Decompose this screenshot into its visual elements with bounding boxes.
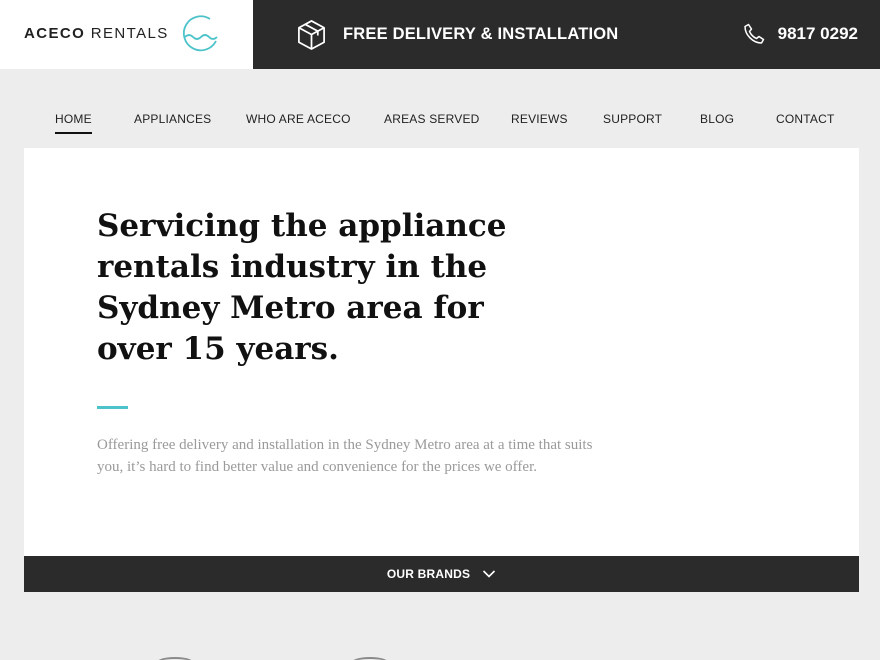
our-brands-label: OUR BRANDS	[386, 567, 471, 581]
nav-item-reviews[interactable]: REVIEWS	[511, 112, 568, 126]
hero-title: Servicing the appliance rentals industry…	[97, 208, 507, 367]
our-brands-button[interactable]: OUR BRANDS	[24, 556, 859, 592]
hero-body: Offering free delivery and installation …	[97, 437, 593, 475]
accent-divider	[97, 406, 128, 409]
logo-text: ACECO RENTALS	[24, 25, 169, 42]
nav-item-support[interactable]: SUPPORT	[603, 112, 662, 126]
logo[interactable]: ACECO RENTALS	[0, 0, 253, 69]
top-bar: ACECO RENTALS FREE DELIVERY & INSTALLATI…	[0, 0, 880, 69]
logo-text-bold: ACECO	[24, 25, 86, 42]
nav-item-contact[interactable]: CONTACT	[776, 112, 835, 126]
hero-panel: Servicing the appliance rentals industry…	[24, 148, 859, 556]
phone-contact[interactable]: 9817 0292	[742, 20, 858, 48]
nav-item-appliances[interactable]: APPLIANCES	[134, 112, 211, 126]
nav-item-blog[interactable]: BLOG	[700, 112, 734, 126]
free-delivery: FREE DELIVERY & INSTALLATION	[296, 18, 618, 50]
nav-item-home[interactable]: HOME	[55, 112, 92, 134]
box-icon	[298, 19, 325, 50]
nav-item-who-are-aceco[interactable]: WHO ARE ACECO	[246, 112, 351, 126]
wave-circle-icon	[182, 15, 218, 52]
main-nav: HOME APPLIANCES WHO ARE ACECO AREAS SERV…	[0, 104, 880, 140]
phone-icon	[743, 23, 764, 44]
nav-item-areas-served[interactable]: AREAS SERVED	[384, 112, 480, 126]
chevron-down-icon	[483, 570, 496, 578]
logo-text-light: RENTALS	[90, 25, 169, 42]
phone-number[interactable]: 9817 0292	[778, 24, 858, 44]
delivery-label: FREE DELIVERY & INSTALLATION	[343, 24, 619, 43]
